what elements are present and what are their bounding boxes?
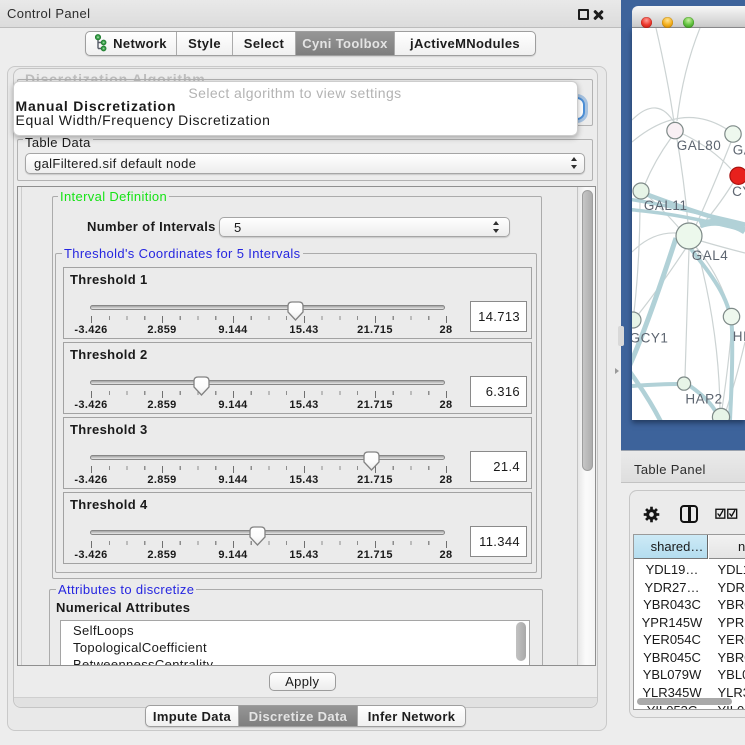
- svg-text:GAL80: GAL80: [677, 138, 722, 153]
- svg-text:HI: HI: [733, 329, 745, 344]
- svg-text:GAL11: GAL11: [644, 198, 688, 213]
- svg-text:GCY1: GCY1: [632, 330, 668, 345]
- svg-text:GAL4: GAL4: [692, 248, 729, 263]
- svg-text:CY: CY: [732, 184, 745, 199]
- svg-text:HAP2: HAP2: [685, 392, 722, 407]
- svg-text:GA: GA: [733, 143, 745, 158]
